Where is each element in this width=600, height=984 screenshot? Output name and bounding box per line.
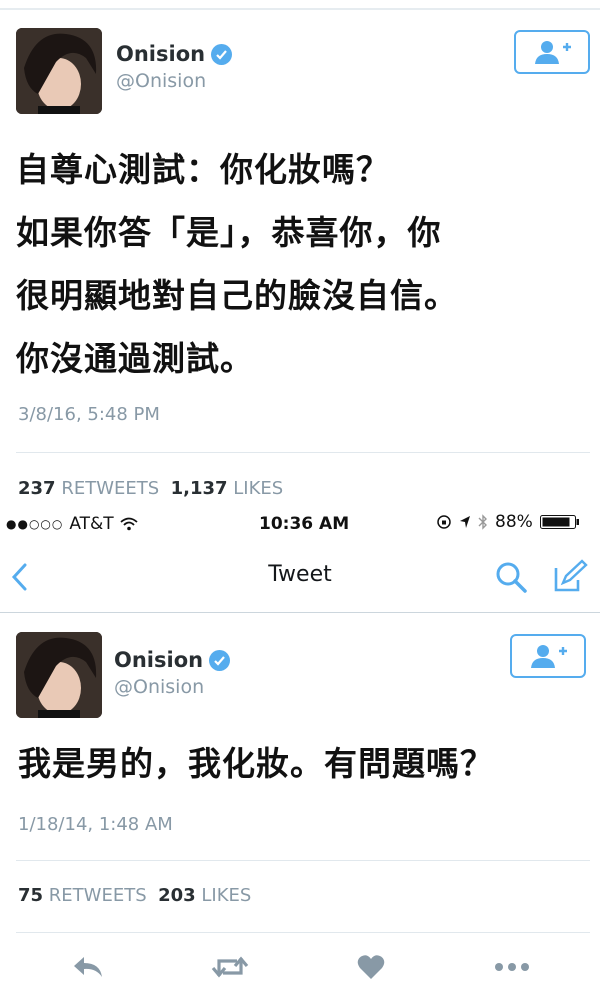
tweet2-stats: 75 RETWEETS 203 LIKES — [18, 885, 251, 906]
tweet1-stats: 237 RETWEETS 1,137 LIKES — [18, 478, 283, 499]
retweets-stat[interactable]: 75 RETWEETS — [18, 885, 147, 906]
rotation-lock-icon — [437, 515, 451, 529]
tweet1-author: Onision @Onision — [116, 42, 233, 92]
divider — [16, 452, 590, 453]
divider — [16, 860, 590, 861]
wifi-icon — [120, 517, 138, 531]
more-button[interactable] — [490, 950, 534, 984]
verified-badge-icon — [209, 649, 231, 671]
add-user-icon — [535, 41, 571, 64]
reply-button[interactable] — [66, 950, 110, 984]
divider — [16, 932, 590, 933]
avatar[interactable] — [16, 632, 102, 718]
handle[interactable]: @Onision — [114, 676, 230, 698]
status-time: 10:36 AM — [259, 514, 350, 534]
tweet2-author: Onision @Onision — [114, 648, 231, 698]
tweet-text-line: 你沒通過測試。 — [16, 339, 254, 378]
search-icon — [496, 562, 527, 593]
location-icon — [460, 516, 470, 528]
heart-icon — [357, 955, 385, 979]
avatar[interactable] — [16, 28, 102, 114]
navbar-divider — [0, 612, 600, 613]
avatar-image — [16, 28, 102, 114]
status-left: ●●○○○ AT&T — [6, 514, 138, 534]
tweet-text-line: 如果你答「是」，恭喜你，你 — [16, 213, 442, 252]
tweet-text-line: 很明顯地對自己的臉沒自信。 — [16, 276, 458, 315]
tweet1-text: 自尊心測試：你化妝嗎？ 如果你答「是」，恭喜你，你 很明顯地對自己的臉沒自信。 … — [16, 138, 596, 390]
like-button[interactable] — [349, 950, 393, 984]
battery-icon — [539, 515, 579, 529]
avatar-image — [16, 632, 102, 718]
tweet2-date: 1/18/14, 1:48 AM — [18, 814, 173, 835]
bluetooth-icon — [478, 514, 487, 530]
add-user-icon — [531, 645, 567, 668]
signal-strength: ●●○○○ — [6, 517, 64, 531]
follow-button[interactable] — [510, 634, 586, 678]
display-name[interactable]: Onision — [116, 42, 205, 66]
verified-badge-icon — [211, 43, 233, 65]
display-name[interactable]: Onision — [114, 648, 203, 672]
likes-stat[interactable]: 203 LIKES — [158, 885, 251, 906]
more-dots-icon — [495, 963, 529, 971]
retweet-button[interactable] — [208, 950, 252, 984]
compose-button[interactable] — [552, 558, 588, 598]
likes-stat[interactable]: 1,137 LIKES — [171, 478, 284, 499]
retweet-icon — [211, 956, 249, 978]
search-button[interactable] — [494, 560, 528, 598]
compose-icon — [554, 559, 588, 592]
tweet1-date: 3/8/16, 5:48 PM — [18, 404, 160, 425]
tweet2-text: 我是男的，我化妝。有問題嗎？ — [18, 744, 494, 783]
battery-percent: 88% — [495, 512, 533, 532]
retweets-stat[interactable]: 237 RETWEETS — [18, 478, 159, 499]
follow-button[interactable] — [514, 30, 590, 74]
top-divider — [0, 8, 600, 10]
status-right: 88% — [436, 512, 580, 532]
handle[interactable]: @Onision — [116, 70, 232, 92]
carrier: AT&T — [69, 514, 114, 534]
tweet-text-line: 自尊心測試：你化妝嗎？ — [16, 150, 390, 189]
reply-icon — [74, 957, 102, 977]
